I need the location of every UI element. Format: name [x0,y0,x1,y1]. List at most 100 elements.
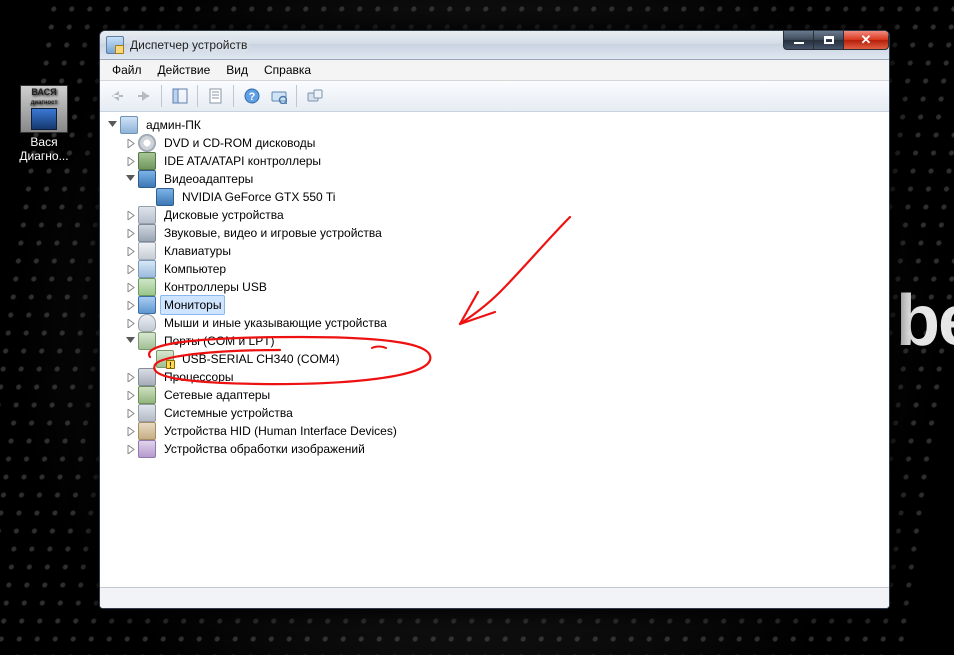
expand-icon[interactable] [124,407,136,419]
tree-cat-video[interactable]: Видеоадаптеры [106,170,889,188]
expand-icon[interactable] [124,425,136,437]
help-button[interactable]: ? [239,84,264,109]
toolbar: ? [100,81,889,112]
tree-cat-mice[interactable]: Мыши и иные указывающие устройства [106,314,889,332]
display-adapter-icon [156,188,174,206]
help-icon: ? [244,88,260,104]
expand-icon[interactable] [124,299,136,311]
expand-icon[interactable] [124,317,136,329]
menu-view[interactable]: Вид [218,61,256,79]
tree-label: Порты (COM и LPT) [160,331,279,351]
disk-drive-icon [138,206,156,224]
monitor-icon [138,296,156,314]
titlebar[interactable]: Диспетчер устройств ✕ [100,31,889,60]
menu-file[interactable]: Файл [104,61,150,79]
tree-item-gpu[interactable]: NVIDIA GeForce GTX 550 Ti [106,188,889,206]
desktop-shortcut-label-2: Диагно... [8,149,80,163]
imaging-device-icon [138,440,156,458]
tree-cat-cpus[interactable]: Процессоры [106,368,889,386]
sound-device-icon [138,224,156,242]
desktop-shortcut-vasya[interactable]: ВАСЯ диагност Вася Диагно... [8,85,80,164]
tree-cat-imaging[interactable]: Устройства обработки изображений [106,440,889,458]
tree-cat-usb[interactable]: Контроллеры USB [106,278,889,296]
devices-icon [307,88,323,104]
expand-icon[interactable] [124,281,136,293]
keyboard-icon [138,242,156,260]
tree-root[interactable]: админ-ПК [106,116,889,134]
expand-icon[interactable] [124,227,136,239]
desktop-shortcut-badge-sub: диагност [31,100,58,106]
tree-cat-dvd[interactable]: DVD и CD-ROM дисководы [106,134,889,152]
computer-icon [120,116,138,134]
expand-icon[interactable] [124,371,136,383]
tree-cat-ide[interactable]: IDE ATA/ATAPI контроллеры [106,152,889,170]
scan-hardware-icon [271,88,287,104]
tree-cat-sound[interactable]: Звуковые, видео и игровые устройства [106,224,889,242]
show-hidden-button[interactable] [302,84,327,109]
computer-device-icon [138,260,156,278]
expand-icon[interactable] [124,443,136,455]
hid-icon [138,422,156,440]
device-manager-window: Диспетчер устройств ✕ Файл Действие Вид … [99,30,890,609]
tree-label: Звуковые, видео и игровые устройства [160,223,386,243]
system-device-icon [138,404,156,422]
tree-label-selected: Мониторы [160,295,225,315]
collapse-icon[interactable] [124,173,136,185]
expand-icon[interactable] [124,209,136,221]
minimize-button[interactable] [783,30,813,50]
tree-pane-icon [172,88,188,104]
tree-cat-hid[interactable]: Устройства HID (Human Interface Devices) [106,422,889,440]
display-adapter-icon [138,170,156,188]
expand-icon[interactable] [124,155,136,167]
device-tree[interactable]: админ-ПК DVD и CD-ROM дисководы IDE ATA/… [100,112,889,587]
statusbar [100,587,889,608]
expand-icon[interactable] [124,137,136,149]
tree-label: Сетевые адаптеры [160,385,274,405]
client-area: админ-ПК DVD и CD-ROM дисководы IDE ATA/… [100,112,889,608]
window-title: Диспетчер устройств [130,38,247,52]
close-button[interactable]: ✕ [843,30,889,50]
desktop-shortcut-badge-top: ВАСЯ [31,88,56,97]
expand-icon[interactable] [124,389,136,401]
network-adapter-icon [138,386,156,404]
properties-button[interactable] [203,84,228,109]
tree-cat-ports[interactable]: Порты (COM и LPT) [106,332,889,350]
menu-action[interactable]: Действие [150,61,219,79]
properties-icon [208,88,224,104]
tree-item-usb-serial[interactable]: USB-SERIAL CH340 (COM4) [106,350,889,368]
maximize-button[interactable] [813,30,843,50]
tree-cat-disks[interactable]: Дисковые устройства [106,206,889,224]
tree-cat-net[interactable]: Сетевые адаптеры [106,386,889,404]
tree-label: Контроллеры USB [160,277,271,297]
collapse-icon[interactable] [124,335,136,347]
menu-help[interactable]: Справка [256,61,319,79]
tree-label: Устройства HID (Human Interface Devices) [160,421,401,441]
scan-hardware-button[interactable] [266,84,291,109]
tree-cat-sys[interactable]: Системные устройства [106,404,889,422]
tree-label: USB-SERIAL CH340 (COM4) [178,349,344,369]
tree-label: админ-ПК [142,115,205,135]
port-icon [138,332,156,350]
arrow-left-icon [109,89,125,103]
arrow-right-icon [136,89,152,103]
tree-label: Видеоадаптеры [160,169,257,189]
expand-icon[interactable] [124,263,136,275]
separator-icon [161,85,162,107]
tree-label: Процессоры [160,367,238,387]
window-controls: ✕ [783,30,889,50]
expand-icon[interactable] [124,245,136,257]
tree-label: Устройства обработки изображений [160,439,369,459]
collapse-icon[interactable] [106,119,118,131]
tree-label: Компьютер [160,259,230,279]
tree-cat-keyboards[interactable]: Клавиатуры [106,242,889,260]
nav-back-button [104,84,129,109]
nav-forward-button [131,84,156,109]
separator-icon [197,85,198,107]
tree-cat-monitors[interactable]: Мониторы [106,296,889,314]
minimize-icon [794,42,804,44]
show-hide-console-tree-button[interactable] [167,84,192,109]
tree-cat-computer[interactable]: Компьютер [106,260,889,278]
tree-label: NVIDIA GeForce GTX 550 Ti [178,187,339,207]
separator-icon [296,85,297,107]
optical-drive-icon [138,134,156,152]
